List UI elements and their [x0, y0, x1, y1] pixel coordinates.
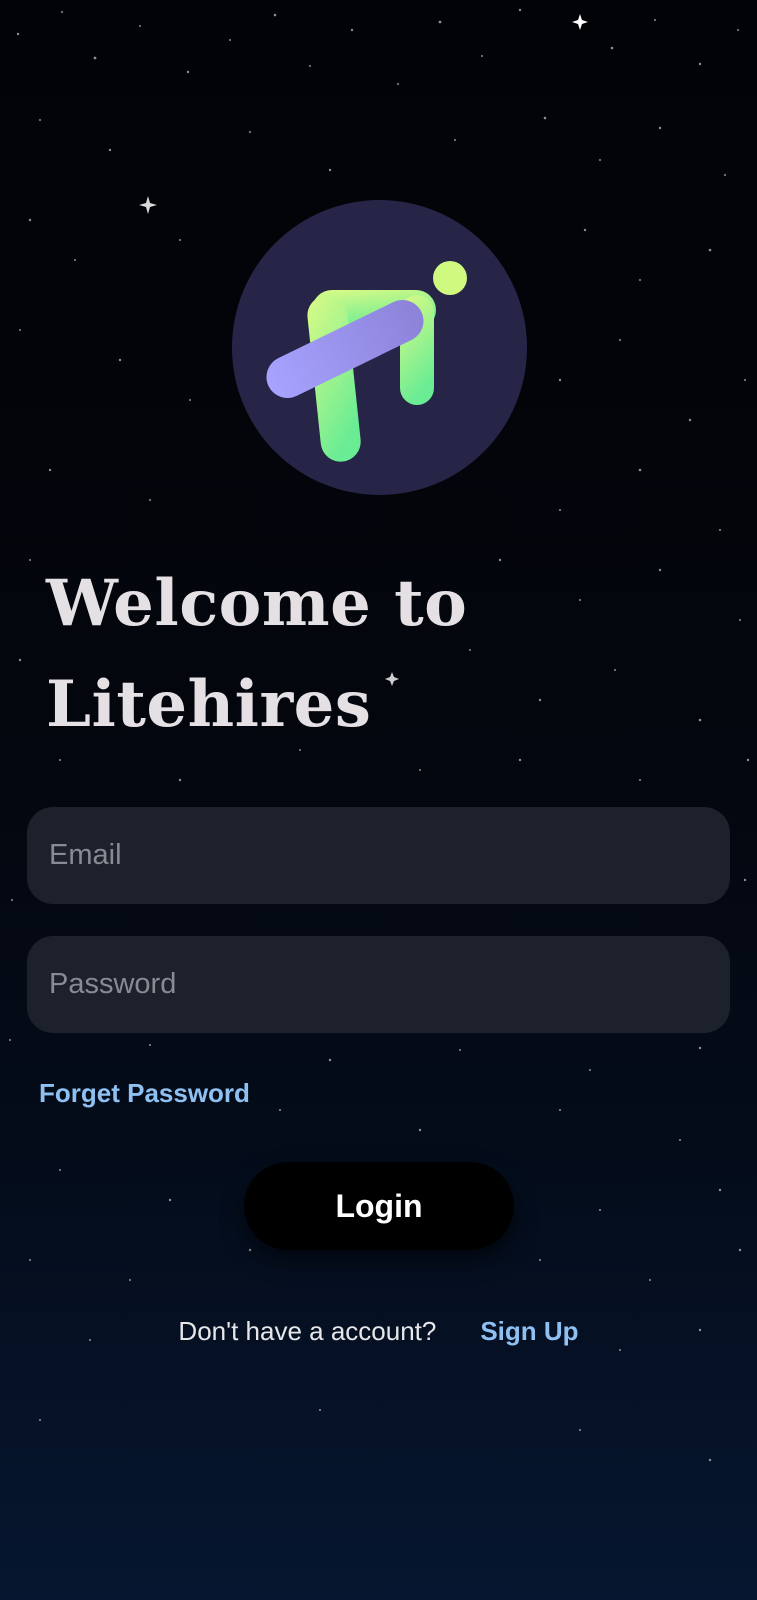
email-field[interactable]: [27, 807, 730, 904]
welcome-title: Welcome to Litehires: [46, 553, 726, 755]
password-field-container: [27, 936, 730, 1033]
signup-link[interactable]: Sign Up: [480, 1316, 578, 1346]
welcome-title-line1: Welcome to: [46, 566, 468, 641]
forgot-password-link[interactable]: Forget Password: [39, 1078, 250, 1109]
litehires-logo-icon: [232, 200, 527, 495]
signup-prompt: Don't have a account?: [178, 1316, 437, 1346]
email-field-container: [27, 807, 730, 904]
welcome-title-line2: Litehires: [46, 667, 372, 742]
password-field[interactable]: [27, 936, 730, 1033]
login-button[interactable]: Login: [244, 1162, 514, 1250]
login-screen: Welcome to Litehires Forget Password Log…: [0, 0, 757, 1600]
signup-row: Don't have a account? Sign Up: [0, 1316, 757, 1347]
